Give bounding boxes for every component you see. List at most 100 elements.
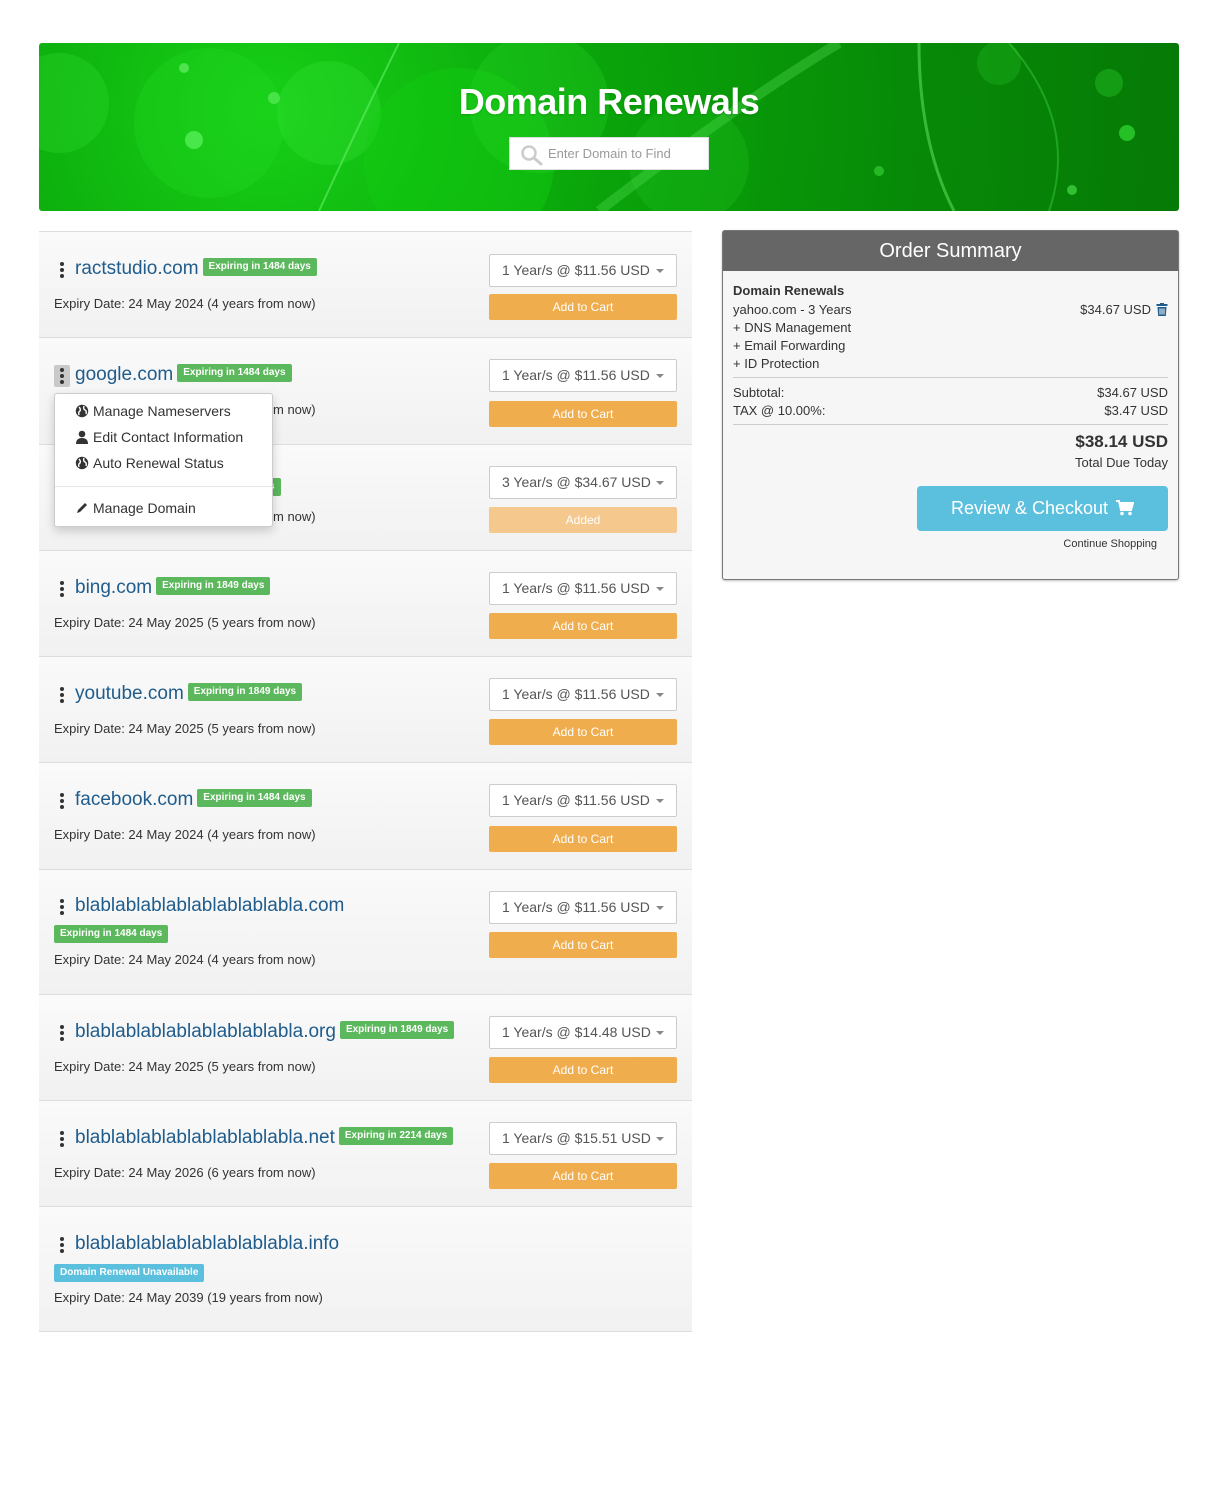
domain-options-icon[interactable] bbox=[54, 365, 70, 387]
renewal-period-select[interactable]: 3 Year/s @ $34.67 USD bbox=[489, 466, 677, 499]
add-to-cart-button[interactable]: Add to Cart bbox=[489, 613, 677, 639]
chevron-down-icon bbox=[656, 693, 664, 697]
add-to-cart-button[interactable]: Add to Cart bbox=[489, 401, 677, 427]
expiry-date: Expiry Date: 24 May 2025 (5 years from n… bbox=[54, 615, 316, 630]
domain-search-box[interactable] bbox=[509, 137, 709, 170]
expiry-date: Expiry Date: 24 May 2025 (5 years from n… bbox=[54, 721, 316, 736]
add-to-cart-button[interactable]: Add to Cart bbox=[489, 1057, 677, 1083]
user-icon bbox=[76, 430, 88, 444]
review-checkout-button[interactable]: Review & Checkout bbox=[917, 486, 1168, 531]
domain-name-link[interactable]: blablablablablablablablabla.com bbox=[75, 895, 344, 917]
renewal-period-select[interactable]: 1 Year/s @ $11.56 USD bbox=[489, 359, 677, 392]
domain-name-link[interactable]: blablablablablablablablabla.info bbox=[75, 1233, 339, 1255]
renewal-period-select[interactable]: 1 Year/s @ $14.48 USD bbox=[489, 1016, 677, 1049]
renewal-unavailable-badge: Domain Renewal Unavailable bbox=[54, 1264, 205, 1282]
globe-icon bbox=[75, 404, 89, 418]
domain-row: blablablablablablablablabla.com Expiring… bbox=[39, 870, 692, 995]
total-due: $38.14 USD bbox=[1075, 432, 1168, 451]
renewal-period-value: 3 Year/s @ $34.67 USD bbox=[502, 474, 651, 490]
expiry-badge: Expiring in 1484 days bbox=[54, 925, 169, 943]
domain-name-link[interactable]: blablablablablablablablabla.org bbox=[75, 1021, 336, 1042]
renewal-period-value: 1 Year/s @ $11.56 USD bbox=[502, 262, 650, 278]
summary-divider bbox=[733, 377, 1168, 378]
domain-search-input[interactable] bbox=[548, 138, 703, 169]
chevron-down-icon bbox=[656, 587, 664, 591]
domain-row: youtube.com Expiring in 1849 days Expiry … bbox=[39, 657, 692, 763]
chevron-down-icon bbox=[656, 374, 664, 378]
continue-shopping-link[interactable]: Continue Shopping bbox=[1063, 538, 1157, 550]
add-to-cart-button[interactable]: Add to Cart bbox=[489, 826, 677, 852]
shopping-cart-icon bbox=[1116, 500, 1135, 516]
add-to-cart-button[interactable]: Add to Cart bbox=[489, 932, 677, 958]
summary-addon: + ID Protection bbox=[733, 356, 820, 371]
add-to-cart-button[interactable]: Add to Cart bbox=[489, 719, 677, 745]
expiry-date: Expiry Date: 24 May 2025 (5 years from n… bbox=[54, 1059, 316, 1074]
domain-options-icon[interactable] bbox=[54, 1022, 70, 1044]
expiry-badge: Expiring in 1484 days bbox=[202, 257, 317, 276]
domain-row: bing.com Expiring in 1849 days Expiry Dat… bbox=[39, 551, 692, 657]
domain-options-icon[interactable] bbox=[54, 1128, 70, 1150]
menu-item-manage-nameservers[interactable]: Manage Nameservers bbox=[75, 403, 231, 419]
domain-row: facebook.com Expiring in 1484 days Expiry… bbox=[39, 763, 692, 870]
domain-name-link[interactable]: blablablablablablablablabla.net bbox=[75, 1127, 335, 1148]
summary-section-heading: Domain Renewals bbox=[733, 283, 845, 298]
summary-addon: + Email Forwarding bbox=[733, 338, 846, 353]
domain-options-icon[interactable] bbox=[54, 790, 70, 812]
summary-addon: + DNS Management bbox=[733, 320, 852, 335]
expiry-date: Expiry Date: 24 May 2024 (4 years from n… bbox=[54, 952, 316, 967]
tax-value: $3.47 USD bbox=[1104, 403, 1168, 418]
expiry-badge: Expiring in 2214 days bbox=[338, 1126, 454, 1145]
menu-item-label: Manage Domain bbox=[93, 500, 196, 516]
domain-options-icon[interactable] bbox=[54, 578, 70, 600]
summary-divider bbox=[733, 424, 1168, 425]
pencil-icon bbox=[77, 503, 87, 513]
chevron-down-icon bbox=[656, 799, 664, 803]
menu-item-manage-domain[interactable]: Manage Domain bbox=[75, 500, 196, 516]
renewal-period-select[interactable]: 1 Year/s @ $11.56 USD bbox=[489, 891, 677, 924]
menu-item-auto-renewal[interactable]: Auto Renewal Status bbox=[75, 455, 224, 471]
expiry-badge: Expiring in 1849 days bbox=[339, 1020, 455, 1039]
domain-row: ractstudio.com Expiring in 1484 days Expi… bbox=[39, 232, 692, 338]
domain-name-link[interactable]: ractstudio.com bbox=[75, 258, 199, 279]
renewal-period-select[interactable]: 1 Year/s @ $11.56 USD bbox=[489, 254, 677, 287]
domain-name-link[interactable]: google.com bbox=[75, 364, 173, 385]
summary-item-price: $34.67 USD bbox=[1080, 302, 1151, 317]
renewal-period-value: 1 Year/s @ $11.56 USD bbox=[502, 367, 650, 383]
menu-item-edit-contact[interactable]: Edit Contact Information bbox=[75, 429, 243, 445]
renewal-period-select[interactable]: 1 Year/s @ $15.51 USD bbox=[489, 1122, 677, 1155]
renewal-period-select[interactable]: 1 Year/s @ $11.56 USD bbox=[489, 572, 677, 605]
domain-options-icon[interactable] bbox=[54, 1234, 70, 1256]
menu-item-label: Manage Nameservers bbox=[93, 403, 231, 419]
add-to-cart-button[interactable]: Add to Cart bbox=[489, 294, 677, 320]
domain-options-icon[interactable] bbox=[54, 259, 70, 281]
added-to-cart-button[interactable]: Added bbox=[489, 507, 677, 533]
order-summary-panel: Order Summary Domain Renewals yahoo.com … bbox=[722, 230, 1179, 580]
renewal-period-select[interactable]: 1 Year/s @ $11.56 USD bbox=[489, 678, 677, 711]
banner-bokeh-background bbox=[39, 43, 1135, 211]
renewal-period-value: 1 Year/s @ $11.56 USD bbox=[502, 899, 650, 915]
globe-icon bbox=[75, 456, 89, 470]
expiry-date: m now) bbox=[273, 509, 316, 524]
renewal-period-select[interactable]: 1 Year/s @ $11.56 USD bbox=[489, 784, 677, 817]
trash-icon[interactable] bbox=[1156, 303, 1168, 316]
summary-item-name: yahoo.com - 3 Years bbox=[733, 302, 852, 317]
domain-options-icon[interactable] bbox=[54, 684, 70, 706]
menu-item-label: Auto Renewal Status bbox=[93, 455, 224, 471]
renewal-period-value: 1 Year/s @ $11.56 USD bbox=[502, 580, 650, 596]
renewal-period-value: 1 Year/s @ $11.56 USD bbox=[502, 792, 650, 808]
expiry-date: Expiry Date: 24 May 2039 (19 years from … bbox=[54, 1290, 323, 1305]
domain-options-icon[interactable] bbox=[54, 896, 70, 918]
expiry-badge: Expiring in 1849 days bbox=[156, 576, 271, 595]
domain-name-link[interactable]: youtube.com bbox=[75, 683, 184, 704]
add-to-cart-button[interactable]: Add to Cart bbox=[489, 1163, 677, 1189]
total-due-label: Total Due Today bbox=[1075, 455, 1168, 470]
domain-row: blablablablablablablablabla.info Domain … bbox=[39, 1207, 692, 1332]
expiry-badge: Expiring in 1849 days bbox=[187, 682, 303, 701]
menu-item-label: Edit Contact Information bbox=[93, 429, 244, 445]
domain-name-link[interactable]: facebook.com bbox=[75, 789, 193, 810]
chevron-down-icon bbox=[656, 1031, 664, 1035]
domain-name-link[interactable]: bing.com bbox=[75, 577, 152, 598]
subtotal-value: $34.67 USD bbox=[1097, 385, 1168, 400]
expiry-badge: Expiring in 1484 days bbox=[177, 363, 292, 382]
chevron-down-icon bbox=[656, 269, 664, 273]
